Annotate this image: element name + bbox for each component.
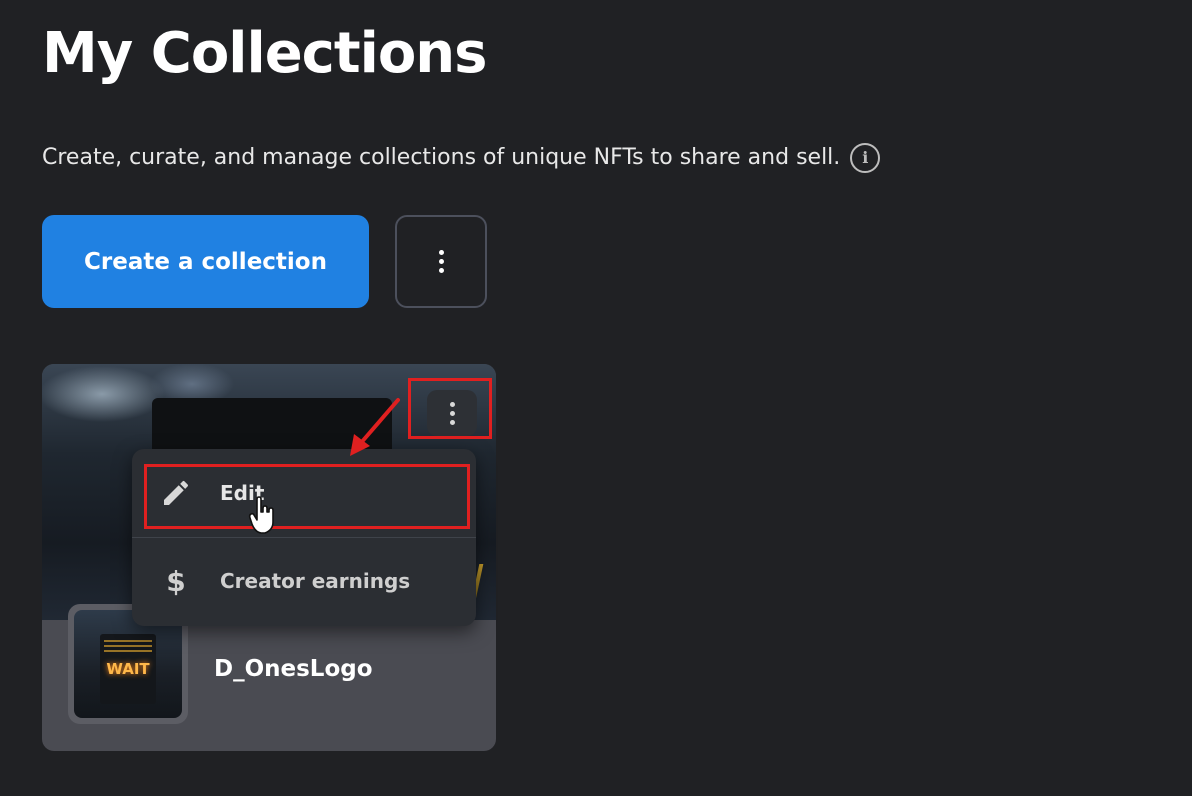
dollar-icon: $ <box>166 564 186 598</box>
subtitle-text: Create, curate, and manage collections o… <box>42 145 841 170</box>
page: My Collections Create, curate, and manag… <box>0 0 1192 796</box>
thumbnail-sign-text: WAIT <box>106 660 150 678</box>
highlight-box-edit <box>144 464 470 529</box>
page-title: My Collections <box>42 21 487 86</box>
info-icon[interactable]: i <box>850 143 881 173</box>
red-arrow-annotation <box>350 398 400 456</box>
more-vertical-icon <box>438 250 444 273</box>
menu-item-label: Creator earnings <box>220 569 411 593</box>
page-subtitle: Create, curate, and manage collections o… <box>42 143 881 173</box>
highlight-box-more-button <box>408 378 492 439</box>
thumbnail-image: WAIT <box>74 610 182 718</box>
menu-divider <box>132 537 476 538</box>
collection-name[interactable]: D_OnesLogo <box>214 656 373 682</box>
thumbnail-sign-lines <box>104 640 152 654</box>
more-options-button[interactable] <box>395 215 487 308</box>
menu-item-creator-earnings[interactable]: $ Creator earnings <box>132 539 476 623</box>
create-collection-button[interactable]: Create a collection <box>42 215 369 308</box>
hand-cursor-icon <box>248 496 274 534</box>
